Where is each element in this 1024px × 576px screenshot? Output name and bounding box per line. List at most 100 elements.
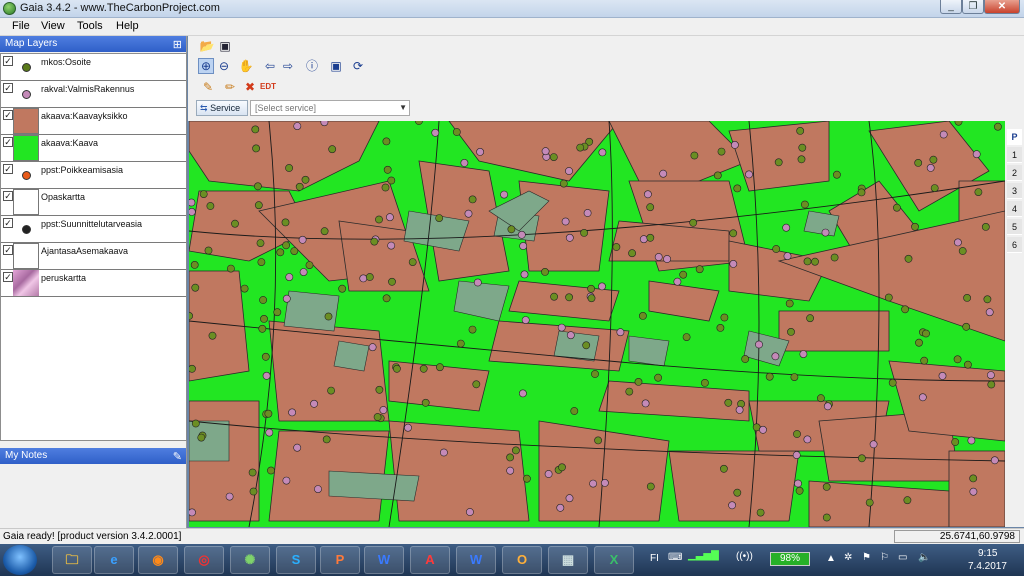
edit-feature-icon[interactable]: ✎ [200, 79, 216, 95]
map-point [251, 125, 260, 134]
service-button[interactable]: ⇆ Service [196, 100, 248, 116]
add-note-icon[interactable]: ✎ [173, 449, 182, 465]
display-icon[interactable]: ▭ [898, 552, 907, 563]
map-point [799, 350, 808, 358]
map-point [520, 270, 529, 279]
save-icon[interactable]: ▣ [217, 38, 233, 54]
wireless-icon[interactable]: ((•)) [736, 551, 753, 562]
map-point [189, 508, 196, 517]
map-point [682, 333, 691, 341]
map-point [663, 255, 671, 263]
layer-row[interactable]: ✓ ppst:Suunnittelutarveasia [1, 216, 186, 243]
volume-icon[interactable]: 🔈 [918, 552, 930, 563]
minimize-button[interactable]: _ [940, 0, 962, 14]
layer-row[interactable]: ✓ mkos:Osoite [1, 54, 186, 81]
layer-checkbox[interactable]: ✓ [3, 137, 13, 147]
map-point [338, 284, 347, 293]
forward-arrow-icon[interactable]: ⇨ [280, 58, 296, 74]
map-point [565, 293, 573, 302]
zoom-out-icon[interactable]: ⊖ [216, 58, 232, 74]
settings-tray-icon[interactable]: ✲ [844, 552, 852, 563]
map-point [797, 155, 806, 164]
menu-view[interactable]: View [41, 20, 65, 32]
edit-mode-icon[interactable]: EDT [260, 79, 276, 95]
open-folder-icon[interactable]: 📂 [199, 38, 215, 54]
menu-tools[interactable]: Tools [77, 20, 103, 32]
page-tab[interactable]: 2 [1007, 165, 1022, 181]
layer-name: rakval:ValmisRakennus [41, 84, 135, 94]
full-extent-icon[interactable]: ▣ [328, 58, 344, 74]
page-tab[interactable]: 5 [1007, 219, 1022, 235]
layer-name: akaava:Kaava [41, 138, 99, 148]
map-canvas[interactable] [189, 121, 1005, 527]
layer-row[interactable]: ✓ AjantasaAsemakaava [1, 243, 186, 270]
edit-pencil-icon[interactable]: ✏ [222, 79, 238, 95]
menu-file[interactable]: File [12, 20, 30, 32]
firefox-icon[interactable]: ◉ [138, 546, 178, 574]
start-button[interactable] [3, 545, 37, 575]
flag-icon[interactable]: ⚐ [880, 552, 889, 563]
word-icon[interactable]: W [364, 546, 404, 574]
maximize-button[interactable]: ❐ [962, 0, 984, 14]
outlook-icon[interactable]: O [502, 546, 542, 574]
map-point [465, 508, 474, 516]
menu-help[interactable]: Help [116, 20, 139, 32]
layer-checkbox[interactable]: ✓ [3, 272, 13, 282]
layer-checkbox[interactable]: ✓ [3, 191, 13, 201]
page-tab[interactable]: 1 [1007, 147, 1022, 163]
layer-row[interactable]: ✓ ppst:Poikkeamisasia [1, 162, 186, 189]
map-point [822, 513, 831, 522]
clock-date[interactable]: 7.4.2017 [968, 561, 1007, 572]
map-point [823, 402, 832, 411]
network-tray-icon[interactable]: ⚑ [862, 552, 871, 563]
layer-row[interactable]: ✓ akaava:Kaava [1, 135, 186, 162]
explorer-icon[interactable]: 🗀 [52, 546, 92, 574]
refresh-icon[interactable]: ⟳ [350, 58, 366, 74]
layer-row[interactable]: ✓ Opaskartta [1, 189, 186, 216]
show-hidden-icons-icon[interactable]: ▲ [826, 553, 836, 564]
notes-area[interactable] [0, 464, 186, 528]
map-point [803, 257, 812, 266]
language-indicator[interactable]: FI [650, 553, 659, 564]
page-tab[interactable]: 6 [1007, 237, 1022, 253]
layer-row[interactable]: ✓ rakval:ValmisRakennus [1, 81, 186, 108]
battery-indicator[interactable]: 98% [770, 552, 810, 566]
excel-icon[interactable]: X [594, 546, 634, 574]
clock-time[interactable]: 9:15 [978, 548, 997, 559]
word-icon-2[interactable]: W [456, 546, 496, 574]
signal-strength-icon[interactable]: ▁▃▅▇ [688, 550, 719, 561]
page-tab[interactable]: 4 [1007, 201, 1022, 217]
add-layer-icon[interactable]: ⊞ [173, 37, 182, 53]
keyboard-icon[interactable]: ⌨ [668, 552, 682, 563]
layer-checkbox[interactable]: ✓ [3, 56, 13, 66]
map-point [987, 380, 996, 389]
gaia-icon[interactable]: ✺ [230, 546, 270, 574]
internet-explorer-icon[interactable]: e [94, 546, 134, 574]
page-tab[interactable]: P [1007, 129, 1022, 145]
delete-feature-icon[interactable]: ✖ [242, 79, 258, 95]
image-viewer-icon[interactable]: ▦ [548, 546, 588, 574]
map-point [259, 296, 267, 304]
back-arrow-icon[interactable]: ⇦ [262, 58, 278, 74]
layer-checkbox[interactable]: ✓ [3, 110, 13, 120]
chrome-icon[interactable]: ◎ [184, 546, 224, 574]
service-select[interactable]: [Select service] ▼ [250, 100, 410, 116]
zoom-in-icon[interactable]: ⊕ [198, 58, 214, 74]
layer-row[interactable]: ✓ akaava:Kaavayksikko [1, 108, 186, 135]
map-point [729, 259, 738, 268]
page-tab[interactable]: 3 [1007, 183, 1022, 199]
layer-row[interactable]: ✓ peruskartta [1, 270, 186, 297]
close-button[interactable]: ✕ [984, 0, 1020, 14]
layer-checkbox[interactable]: ✓ [3, 164, 13, 174]
layer-checkbox[interactable]: ✓ [3, 83, 13, 93]
map-point [460, 159, 469, 167]
pan-hand-icon[interactable]: ✋ [238, 58, 254, 74]
layer-checkbox[interactable]: ✓ [3, 245, 13, 255]
powerpoint-icon[interactable]: P [320, 546, 360, 574]
info-icon[interactable]: ⓘ [304, 58, 320, 74]
map-point [865, 498, 874, 507]
skype-icon[interactable]: S [276, 546, 316, 574]
map-point [431, 128, 440, 137]
layer-checkbox[interactable]: ✓ [3, 218, 13, 228]
acrobat-icon[interactable]: A [410, 546, 450, 574]
